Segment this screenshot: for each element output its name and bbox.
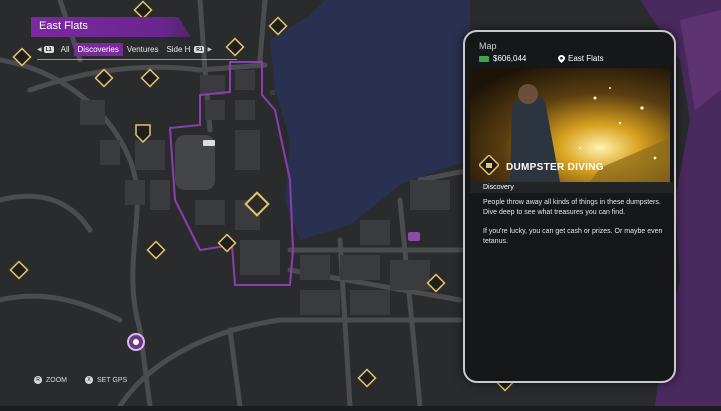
tab-all[interactable]: All xyxy=(57,43,74,56)
filter-bar: ◀ L1 All Discoveries Ventures Side H R1 … xyxy=(37,41,237,60)
description-paragraph: If you're lucky, you can get cash or pri… xyxy=(483,228,663,245)
location-name: East Flats xyxy=(568,54,604,63)
card-title: Map xyxy=(479,41,497,51)
set-gps-control[interactable]: X SET GPS xyxy=(85,376,127,384)
location-display: East Flats xyxy=(558,54,604,63)
r-button-icon: R xyxy=(34,376,42,384)
ventures-icon xyxy=(408,232,420,241)
set-gps-label: SET GPS xyxy=(97,376,128,384)
cash-icon xyxy=(479,55,489,62)
location-info-card: Map $606,044 East Flats DUMPSTER DIVING … xyxy=(463,30,676,383)
vehicle-icon xyxy=(203,140,215,146)
discovery-description: People throw away all kinds of things in… xyxy=(483,198,663,256)
description-paragraph: People throw away all kinds of things in… xyxy=(483,199,661,216)
discovery-title: DUMPSTER DIVING xyxy=(506,162,604,173)
location-pin-icon xyxy=(127,333,145,351)
district-header: East Flats xyxy=(31,17,191,37)
tab-discoveries[interactable]: Discoveries xyxy=(73,43,123,56)
r1-button[interactable]: R1 xyxy=(194,46,205,53)
zoom-label: ZOOM xyxy=(46,376,67,384)
district-title: East Flats xyxy=(39,20,88,32)
dumpster-icon xyxy=(479,155,499,175)
control-legend: R ZOOM X SET GPS xyxy=(34,376,127,384)
l1-button[interactable]: L1 xyxy=(43,46,54,53)
location-pin-icon xyxy=(558,54,565,63)
money-display: $606,044 xyxy=(479,54,526,63)
tab-side-hustles[interactable]: Side H xyxy=(162,43,194,56)
tab-ventures[interactable]: Ventures xyxy=(123,43,163,56)
chevron-left-icon[interactable]: ◀ xyxy=(37,46,42,53)
money-value: $606,044 xyxy=(493,54,527,63)
x-button-icon: X xyxy=(85,376,93,384)
zoom-control[interactable]: R ZOOM xyxy=(34,376,67,384)
discovery-category: Discovery xyxy=(470,182,673,193)
chevron-right-icon[interactable]: ▶ xyxy=(207,46,212,53)
